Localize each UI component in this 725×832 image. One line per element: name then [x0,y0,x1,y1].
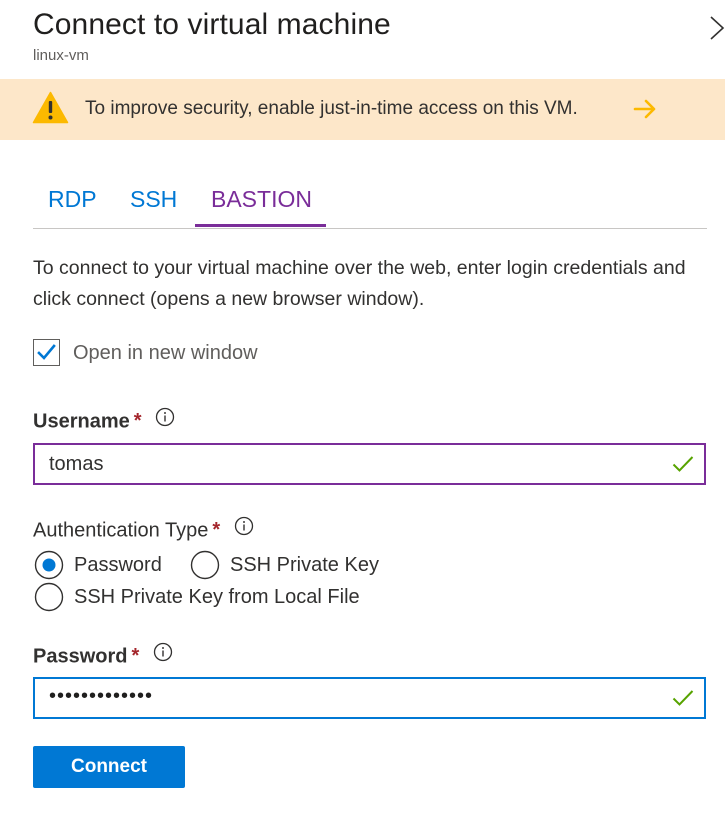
required-asterisk: * [133,410,142,433]
radio-ssh-private-key-label[interactable]: SSH Private Key [230,554,379,577]
radio-password-label[interactable]: Password [74,554,162,577]
radio-password[interactable] [34,550,64,580]
vm-name-subtitle: linux-vm [33,47,89,64]
tab-rdp[interactable]: RDP [48,186,97,213]
info-icon[interactable] [234,516,254,542]
bastion-description: To connect to your virtual machine over … [33,257,686,310]
open-in-new-window-checkbox[interactable] [33,339,60,366]
active-tab-indicator [195,224,326,227]
checkmark-icon [37,344,56,360]
required-asterisk: * [212,519,221,542]
username-label-text: Username [33,410,130,433]
required-asterisk: * [131,645,140,668]
tab-bastion[interactable]: BASTION [211,186,312,213]
tab-ssh[interactable]: SSH [130,186,177,213]
jit-warning-banner: To improve security, enable just-in-time… [0,79,725,140]
banner-message[interactable]: To improve security, enable just-in-time… [85,98,578,120]
panel-header: Connect to virtual machine linux-vm [0,0,725,76]
arrow-right-icon[interactable] [633,98,657,120]
warning-icon [32,91,69,124]
radio-ssh-key-local-file-label[interactable]: SSH Private Key from Local File [74,586,360,609]
close-icon[interactable] [708,13,725,43]
radio-ssh-key-local-file[interactable] [34,582,64,612]
valid-check-icon [672,689,694,707]
page-title: Connect to virtual machine [33,8,391,41]
info-icon[interactable] [155,407,175,433]
username-field[interactable]: tomas [33,443,706,485]
password-field[interactable]: ••••••••••••• [33,677,706,719]
username-label: Username * [33,407,175,435]
auth-type-label: Authentication Type * [33,516,254,544]
password-label-text: Password [33,645,128,668]
valid-check-icon [672,455,694,473]
password-label: Password * [33,642,173,670]
radio-ssh-private-key[interactable] [190,550,220,580]
password-masked-value: ••••••••••••• [49,685,154,707]
open-in-new-window-label: Open in new window [73,342,258,364]
info-icon[interactable] [153,642,173,668]
connect-button[interactable]: Connect [33,746,185,788]
username-value: tomas [49,453,104,475]
connection-tabs: RDP SSH BASTION [33,181,707,229]
auth-type-label-text: Authentication Type [33,519,209,542]
